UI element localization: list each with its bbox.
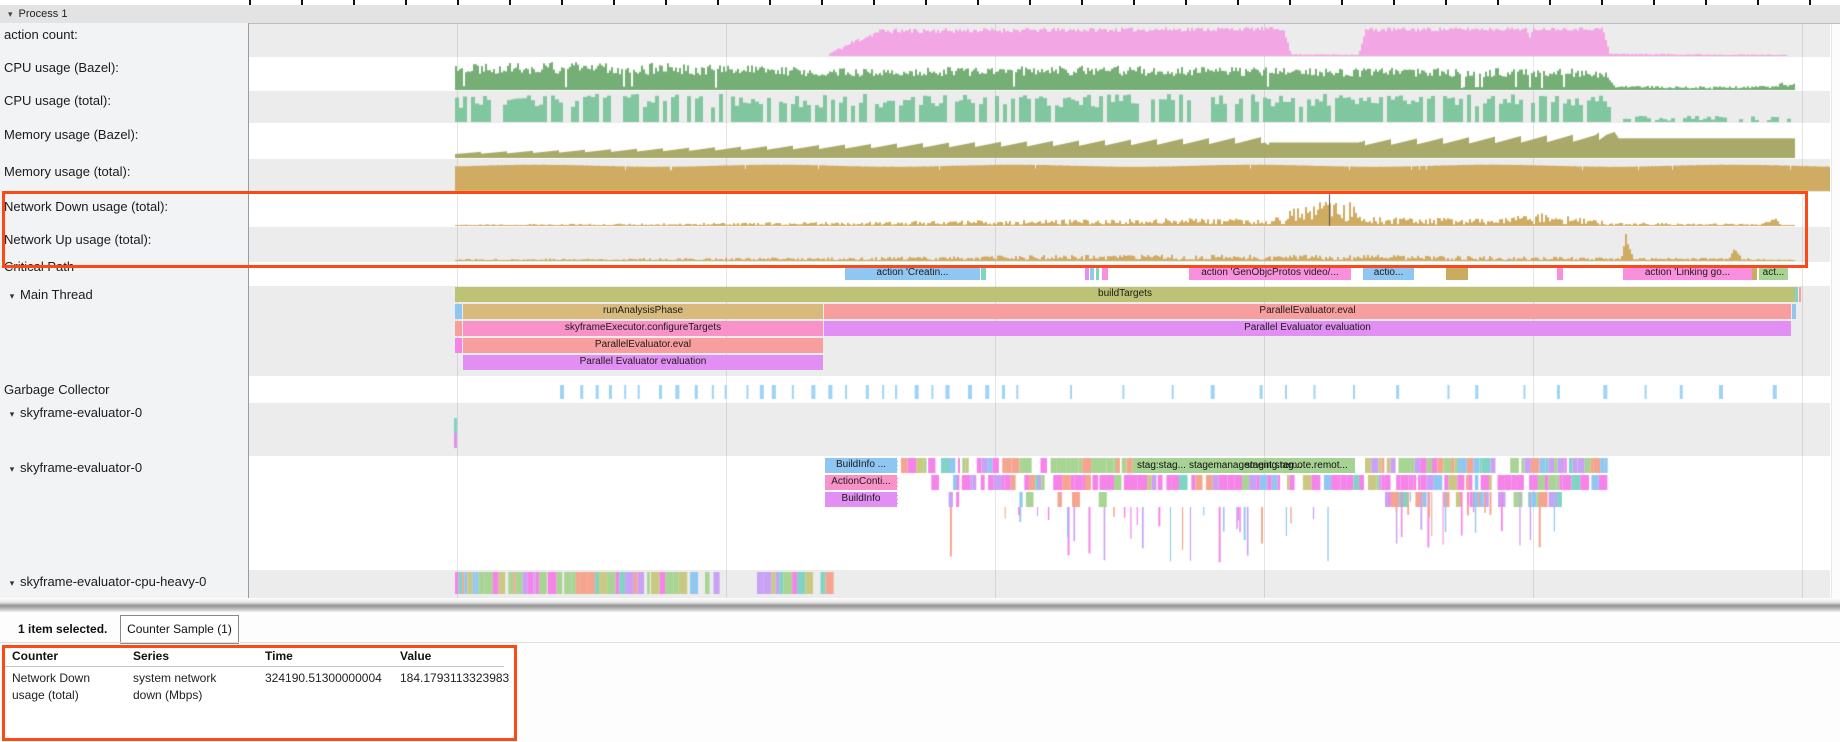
track-name-cpu-usage-bazel[interactable]: CPU usage (Bazel): xyxy=(4,60,119,75)
collapse-arrow-icon[interactable]: ▾ xyxy=(4,409,20,420)
table-cell: 184.1793113323983 xyxy=(400,670,530,687)
track-label-text: CPU usage (total): xyxy=(4,93,111,108)
counter-sample-table: Counter Series Time Value Network Down usage… xyxy=(2,645,513,737)
collapse-arrow-icon[interactable]: ▾ xyxy=(4,291,20,302)
panel-resize-handle[interactable] xyxy=(0,598,1840,612)
track-name-skyframe-evaluator-0[interactable]: ▾skyframe-evaluator-0 xyxy=(4,460,142,475)
tab-counter-sample[interactable]: Counter Sample (1) xyxy=(120,615,239,644)
track-label-text: action count: xyxy=(4,27,78,42)
slice-actionconti[interactable]: ActionConti... xyxy=(825,475,898,490)
process-group-header[interactable]: ▾ Process 1 xyxy=(0,5,1840,24)
track-name-cpu-usage-total[interactable]: CPU usage (total): xyxy=(4,93,111,108)
timeline-slice[interactable] xyxy=(1096,266,1099,280)
slice-parallelevaluator-eval[interactable]: ParallelEvaluator.eval xyxy=(463,338,823,353)
slice-action-creatin[interactable]: action 'Creatin... xyxy=(845,266,980,280)
track-label-text: skyframe-evaluator-cpu-heavy-0 xyxy=(20,574,206,589)
timeline-slice[interactable] xyxy=(1795,287,1798,302)
track-label-text: Network Up usage (total): xyxy=(4,232,151,247)
track-label-text: Main Thread xyxy=(20,287,93,302)
slice-parallelevaluator-eval[interactable]: ParallelEvaluator.eval xyxy=(824,304,1791,319)
slice-parallel-evaluator-evaluation[interactable]: Parallel Evaluator evaluation xyxy=(824,321,1791,336)
table-header-divider xyxy=(4,666,504,667)
track-name-skyframe-evaluator-cpu-heavy-0[interactable]: ▾skyframe-evaluator-cpu-heavy-0 xyxy=(4,574,206,589)
track-name-network-down-usage-total[interactable]: Network Down usage (total): xyxy=(4,199,168,214)
timeline-slice[interactable] xyxy=(455,304,462,319)
process-title: Process 1 xyxy=(19,8,68,20)
timeline-slice[interactable] xyxy=(1792,304,1796,319)
tabbar-divider xyxy=(0,642,1840,643)
track-label-panel: action count: CPU usage (Bazel): CPU usage… xyxy=(0,23,249,603)
track-label-text: Memory usage (Bazel): xyxy=(4,127,138,142)
details-panel: 1 item selected. Counter Sample (1) Coun… xyxy=(0,612,1840,742)
timeline-slice[interactable] xyxy=(1446,266,1468,280)
track-label-text: Critical Path xyxy=(4,259,74,274)
table-cell: system network down (Mbps) xyxy=(133,670,245,704)
track-name-main-thread[interactable]: ▾Main Thread xyxy=(4,287,93,302)
timeline-slice[interactable] xyxy=(1799,287,1801,302)
collapse-arrow-icon[interactable]: ▾ xyxy=(8,5,13,23)
slice-parallel-evaluator-evaluation[interactable]: Parallel Evaluator evaluation xyxy=(463,355,823,370)
slice-buildinfo[interactable]: BuildInfo xyxy=(825,492,898,507)
selection-status: 1 item selected. xyxy=(18,622,107,636)
timeline-right-gutter xyxy=(1831,23,1840,603)
track-label-text: Memory usage (total): xyxy=(4,164,130,179)
timeline-slice[interactable] xyxy=(1090,266,1094,280)
collapse-arrow-icon[interactable]: ▾ xyxy=(4,464,20,475)
collapse-arrow-icon[interactable]: ▾ xyxy=(4,578,20,589)
timeline-slice[interactable] xyxy=(1102,266,1108,280)
track-name-network-up-usage-total[interactable]: Network Up usage (total): xyxy=(4,232,151,247)
timeline-slice[interactable] xyxy=(455,321,462,336)
slice-act[interactable]: act... xyxy=(1759,266,1788,280)
timeline-slice[interactable] xyxy=(981,266,986,280)
track-label-text: skyframe-evaluator-0 xyxy=(20,460,142,475)
track-label-text: CPU usage (Bazel): xyxy=(4,60,119,75)
track-name-action-count[interactable]: action count: xyxy=(4,27,78,42)
timeline-slice[interactable] xyxy=(1085,266,1089,280)
table-header-time[interactable]: Time xyxy=(265,649,293,663)
timeline-slice[interactable] xyxy=(455,338,462,353)
track-label-text: Network Down usage (total): xyxy=(4,199,168,214)
track-label-text: skyframe-evaluator-0 xyxy=(20,405,142,420)
slice-runanalysisphase[interactable]: runAnalysisPhase xyxy=(463,304,823,319)
slice-skyframeexecutor-configuretargets[interactable]: skyframeExecutor.configureTargets xyxy=(463,321,823,336)
timeline-slice[interactable] xyxy=(1557,266,1563,280)
slice-buildinfo[interactable]: BuildInfo ... xyxy=(825,458,898,473)
track-name-memory-usage-total[interactable]: Memory usage (total): xyxy=(4,164,130,179)
track-name-memory-usage-bazel[interactable]: Memory usage (Bazel): xyxy=(4,127,138,142)
slice-actio[interactable]: actio... xyxy=(1363,266,1414,280)
track-name-critical-path[interactable]: Critical Path xyxy=(4,259,74,274)
table-cell: Network Down usage (total) xyxy=(12,670,124,704)
slice-action-linking-go[interactable]: action 'Linking go... xyxy=(1623,266,1752,280)
track-label-text: Garbage Collector xyxy=(4,382,110,397)
table-header-series[interactable]: Series xyxy=(133,649,169,663)
slice-buildtargets[interactable]: buildTargets xyxy=(455,287,1795,302)
table-header-counter[interactable]: Counter xyxy=(12,649,58,663)
timeline-slice[interactable] xyxy=(1752,266,1757,280)
slice-action-genobjcprotos-video[interactable]: action 'GenObjcProtos video/... xyxy=(1189,266,1351,280)
track-name-skyframe-evaluator-0[interactable]: ▾skyframe-evaluator-0 xyxy=(4,405,142,420)
table-header-value[interactable]: Value xyxy=(400,649,431,663)
table-cell: 324190.51300000004 xyxy=(265,670,395,687)
track-name-garbage-collector[interactable]: Garbage Collector xyxy=(4,382,110,397)
